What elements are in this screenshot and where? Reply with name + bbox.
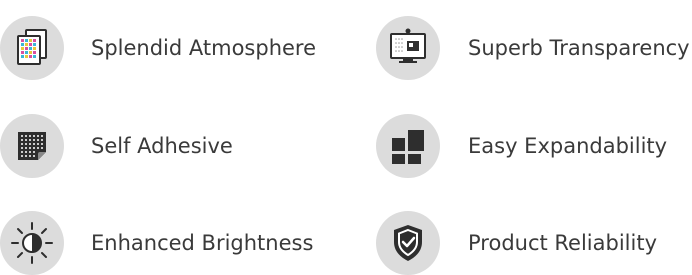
feature-splendid-atmosphere: Splendid Atmosphere <box>0 16 316 80</box>
feature-superb-transparency: Superb Transparency <box>376 16 690 80</box>
brightness-icon <box>0 211 64 275</box>
feature-easy-expandability: Easy Expandability <box>376 114 667 178</box>
feature-label: Product Reliability <box>468 231 658 255</box>
feature-enhanced-brightness: Enhanced Brightness <box>0 211 313 275</box>
features-grid: Splendid Atmosphere Self Adhesive Enhanc… <box>0 0 692 275</box>
transparent-display-icon <box>376 16 440 80</box>
feature-label: Superb Transparency <box>468 36 690 60</box>
feature-self-adhesive: Self Adhesive <box>0 114 233 178</box>
color-panels-icon <box>0 16 64 80</box>
feature-label: Self Adhesive <box>91 134 233 158</box>
adhesive-led-film-icon <box>0 114 64 178</box>
shield-check-icon <box>376 211 440 275</box>
feature-label: Easy Expandability <box>468 134 668 158</box>
feature-label: Enhanced Brightness <box>91 231 314 255</box>
feature-product-reliability: Product Reliability <box>376 211 657 275</box>
feature-label: Splendid Atmosphere <box>91 36 317 60</box>
expandable-tiles-icon <box>376 114 440 178</box>
